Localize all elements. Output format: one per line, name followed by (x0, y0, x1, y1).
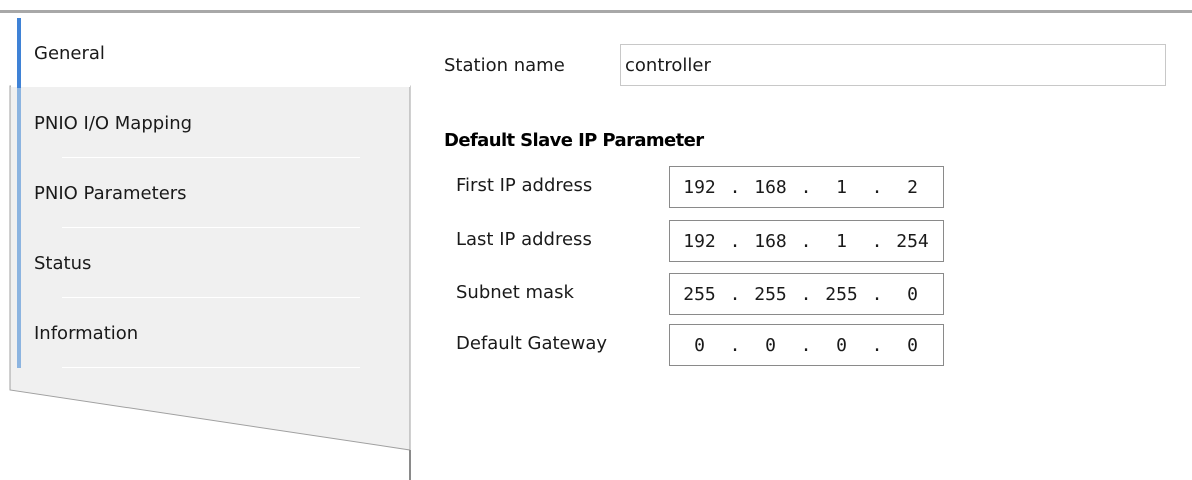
station-name-input[interactable] (620, 44, 1166, 86)
active-indicator (17, 18, 21, 88)
section-title: Default Slave IP Parameter (444, 130, 704, 151)
sidebar-item-label: Status (34, 252, 92, 274)
ip-dot: . (871, 176, 883, 198)
last-ip-label: Last IP address (456, 229, 592, 250)
ip-octet[interactable]: 2 (889, 177, 936, 198)
item-indicator (17, 158, 21, 228)
first-ip-label: First IP address (456, 175, 593, 196)
ip-dot: . (800, 283, 812, 305)
ip-octet[interactable]: 254 (889, 231, 936, 252)
ip-dot: . (729, 230, 741, 252)
sidebar-item-pnio-parameters[interactable]: PNIO Parameters (17, 158, 410, 228)
ip-octet[interactable]: 168 (747, 231, 794, 252)
ip-dot: . (729, 176, 741, 198)
sidebar-item-label: General (34, 42, 105, 64)
ip-octet[interactable]: 1 (818, 177, 865, 198)
sidebar-item-label: Information (34, 322, 139, 344)
ip-octet[interactable]: 0 (889, 284, 936, 305)
sidebar-item-label: PNIO I/O Mapping (34, 112, 193, 134)
ip-octet[interactable]: 255 (818, 284, 865, 305)
ip-octet[interactable]: 0 (747, 335, 794, 356)
sidebar-item-status[interactable]: Status (17, 228, 410, 298)
default-gateway-field[interactable]: 0. 0. 0. 0 (669, 324, 944, 366)
ip-dot: . (729, 283, 741, 305)
ip-octet[interactable]: 0 (676, 335, 723, 356)
default-gateway-label: Default Gateway (456, 333, 608, 354)
ip-octet[interactable]: 192 (676, 231, 723, 252)
ip-dot: . (800, 176, 812, 198)
sidebar-item-information[interactable]: Information (17, 298, 410, 368)
ip-octet[interactable]: 255 (747, 284, 794, 305)
sidebar-item-label: PNIO Parameters (34, 182, 187, 204)
item-indicator (17, 228, 21, 298)
ip-octet[interactable]: 192 (676, 177, 723, 198)
ip-octet[interactable]: 1 (818, 231, 865, 252)
item-indicator (17, 298, 21, 368)
first-ip-field[interactable]: 192. 168. 1. 2 (669, 166, 944, 208)
ip-dot: . (729, 334, 741, 356)
ip-dot: . (871, 283, 883, 305)
ip-octet[interactable]: 0 (818, 335, 865, 356)
sidebar-item-general[interactable]: General (17, 18, 410, 88)
sidebar-item-pnio-io-mapping[interactable]: PNIO I/O Mapping (17, 88, 410, 158)
ip-dot: . (800, 230, 812, 252)
ip-octet[interactable]: 0 (889, 335, 936, 356)
subnet-mask-field[interactable]: 255. 255. 255. 0 (669, 273, 944, 315)
ip-dot: . (871, 334, 883, 356)
station-name-label: Station name (444, 55, 565, 76)
ip-dot: . (871, 230, 883, 252)
ip-octet[interactable]: 255 (676, 284, 723, 305)
ip-octet[interactable]: 168 (747, 177, 794, 198)
ip-dot: . (800, 334, 812, 356)
sidebar-separator (62, 367, 360, 368)
last-ip-field[interactable]: 192. 168. 1. 254 (669, 220, 944, 262)
item-indicator (17, 88, 21, 158)
subnet-mask-label: Subnet mask (456, 282, 574, 303)
